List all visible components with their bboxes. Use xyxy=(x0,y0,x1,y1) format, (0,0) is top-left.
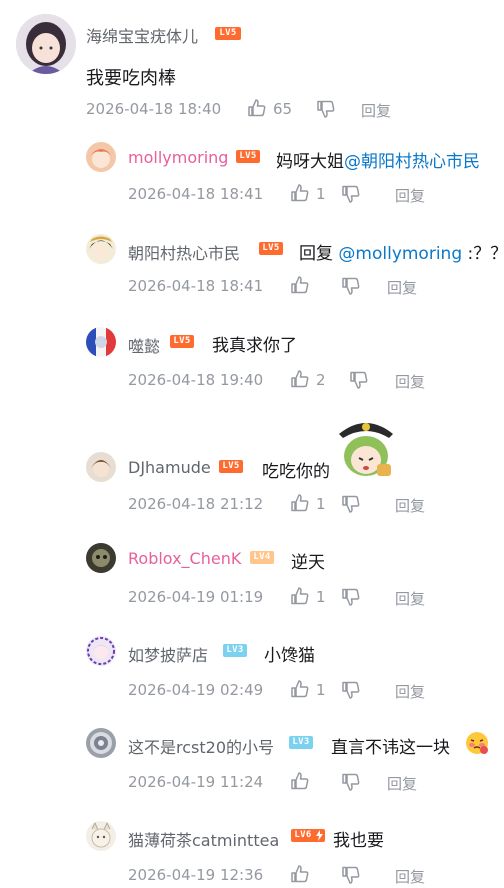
level-badge: LV5 xyxy=(259,242,283,255)
reply-time: 2026-04-19 12:36 xyxy=(128,866,264,884)
reply-content: 吃吃你的 xyxy=(262,462,330,482)
reply-button[interactable]: 回复 xyxy=(395,681,425,702)
level-badge: LV5 xyxy=(170,335,194,348)
reply-content: 直言不讳这一块 xyxy=(331,738,450,758)
avatar[interactable] xyxy=(86,728,116,758)
level-badge: LV3 xyxy=(289,736,313,749)
thumb-up-icon[interactable] xyxy=(290,183,310,203)
reply-author[interactable]: 这不是rcst20的小号 xyxy=(128,734,274,758)
like-count: 1 xyxy=(316,681,326,699)
reply-time: 2026-04-18 18:41 xyxy=(128,185,264,203)
avatar[interactable] xyxy=(86,142,116,172)
like-count: 1 xyxy=(316,588,326,606)
reply-content: 我真求你了 xyxy=(212,336,297,356)
avatar[interactable] xyxy=(86,543,116,573)
reply-time: 2026-04-19 02:49 xyxy=(128,681,264,699)
reply-content: 回复 @mollymoring :？？ xyxy=(299,244,504,264)
avatar[interactable] xyxy=(16,14,76,74)
thumb-down-icon[interactable] xyxy=(316,99,336,119)
like-count: 65 xyxy=(273,100,293,118)
reply-content: 逆天 xyxy=(291,553,325,573)
reply-time: 2026-04-18 18:41 xyxy=(128,277,264,295)
thumb-up-icon[interactable] xyxy=(290,679,310,699)
comment-time: 2026-04-18 18:40 xyxy=(86,100,222,118)
reply-author[interactable]: DJhamude xyxy=(128,458,211,477)
level-badge: LV4 xyxy=(250,551,274,564)
mention-link[interactable]: @mollymoring xyxy=(338,244,462,264)
reply-author[interactable]: Roblox_ChenK xyxy=(128,549,241,568)
lightning-flair-icon xyxy=(314,829,325,842)
avatar[interactable] xyxy=(86,821,116,851)
reply-author[interactable]: 猫薄荷茶catminttea xyxy=(128,827,279,851)
avatar[interactable] xyxy=(86,452,116,482)
reply-author[interactable]: 朝阳村热心市民 xyxy=(128,240,240,264)
level-badge: LV6 xyxy=(291,829,315,842)
thumb-up-icon[interactable] xyxy=(290,493,310,513)
avatar[interactable] xyxy=(86,636,116,666)
reply-button[interactable]: 回复 xyxy=(395,866,425,887)
reply-content: 妈呀大姐@朝阳村热心市民 xyxy=(276,152,480,172)
reply-time: 2026-04-19 11:24 xyxy=(128,773,264,791)
thumb-down-icon[interactable] xyxy=(349,370,369,390)
like-count: 1 xyxy=(316,495,326,513)
level-badge: LV3 xyxy=(223,644,247,657)
reply-button[interactable]: 回复 xyxy=(387,773,417,794)
comment-content: 我要吃肉棒 xyxy=(86,68,176,89)
reply-button[interactable]: 回复 xyxy=(395,371,425,392)
reply-author[interactable]: mollymoring xyxy=(128,148,228,167)
thumb-down-icon[interactable] xyxy=(341,772,361,792)
reply-content: 我也要 xyxy=(333,831,384,851)
thumb-up-icon[interactable] xyxy=(247,98,267,118)
reply-button[interactable]: 回复 xyxy=(361,100,391,121)
reply-button[interactable]: 回复 xyxy=(395,495,425,516)
thumb-down-icon[interactable] xyxy=(341,184,361,204)
thumb-up-icon[interactable] xyxy=(290,369,310,389)
thumb-up-icon[interactable] xyxy=(290,586,310,606)
reply-button[interactable]: 回复 xyxy=(395,185,425,206)
reply-content: 小馋猫 xyxy=(264,646,315,666)
thumb-down-icon[interactable] xyxy=(341,865,361,885)
thumb-up-icon[interactable] xyxy=(290,275,310,295)
reply-time: 2026-04-18 19:40 xyxy=(128,371,264,389)
reply-time: 2026-04-19 01:19 xyxy=(128,588,264,606)
thumb-down-icon[interactable] xyxy=(341,587,361,607)
level-badge: LV5 xyxy=(219,460,243,473)
blushing-emoji-icon xyxy=(465,731,489,755)
reply-time: 2026-04-18 21:12 xyxy=(128,495,264,513)
like-count: 1 xyxy=(316,185,326,203)
level-badge: LV5 xyxy=(236,150,260,163)
reply-button[interactable]: 回复 xyxy=(387,277,417,298)
thumb-up-icon[interactable] xyxy=(290,771,310,791)
comment-author[interactable]: 海绵宝宝疣体儿 xyxy=(86,23,198,47)
reply-author[interactable]: 如梦披萨店 xyxy=(128,642,208,666)
sticker-emoji xyxy=(333,416,399,482)
mention-link[interactable]: @朝阳村热心市民 xyxy=(344,152,480,172)
level-badge: LV5 xyxy=(215,27,241,40)
avatar[interactable] xyxy=(86,234,116,264)
avatar[interactable] xyxy=(86,327,116,357)
thumb-down-icon[interactable] xyxy=(341,494,361,514)
reply-button[interactable]: 回复 xyxy=(395,588,425,609)
like-count: 2 xyxy=(316,371,326,389)
thumb-up-icon[interactable] xyxy=(290,864,310,884)
reply-author[interactable]: 噬懿 xyxy=(128,333,160,357)
thumb-down-icon[interactable] xyxy=(341,276,361,296)
thumb-down-icon[interactable] xyxy=(341,680,361,700)
